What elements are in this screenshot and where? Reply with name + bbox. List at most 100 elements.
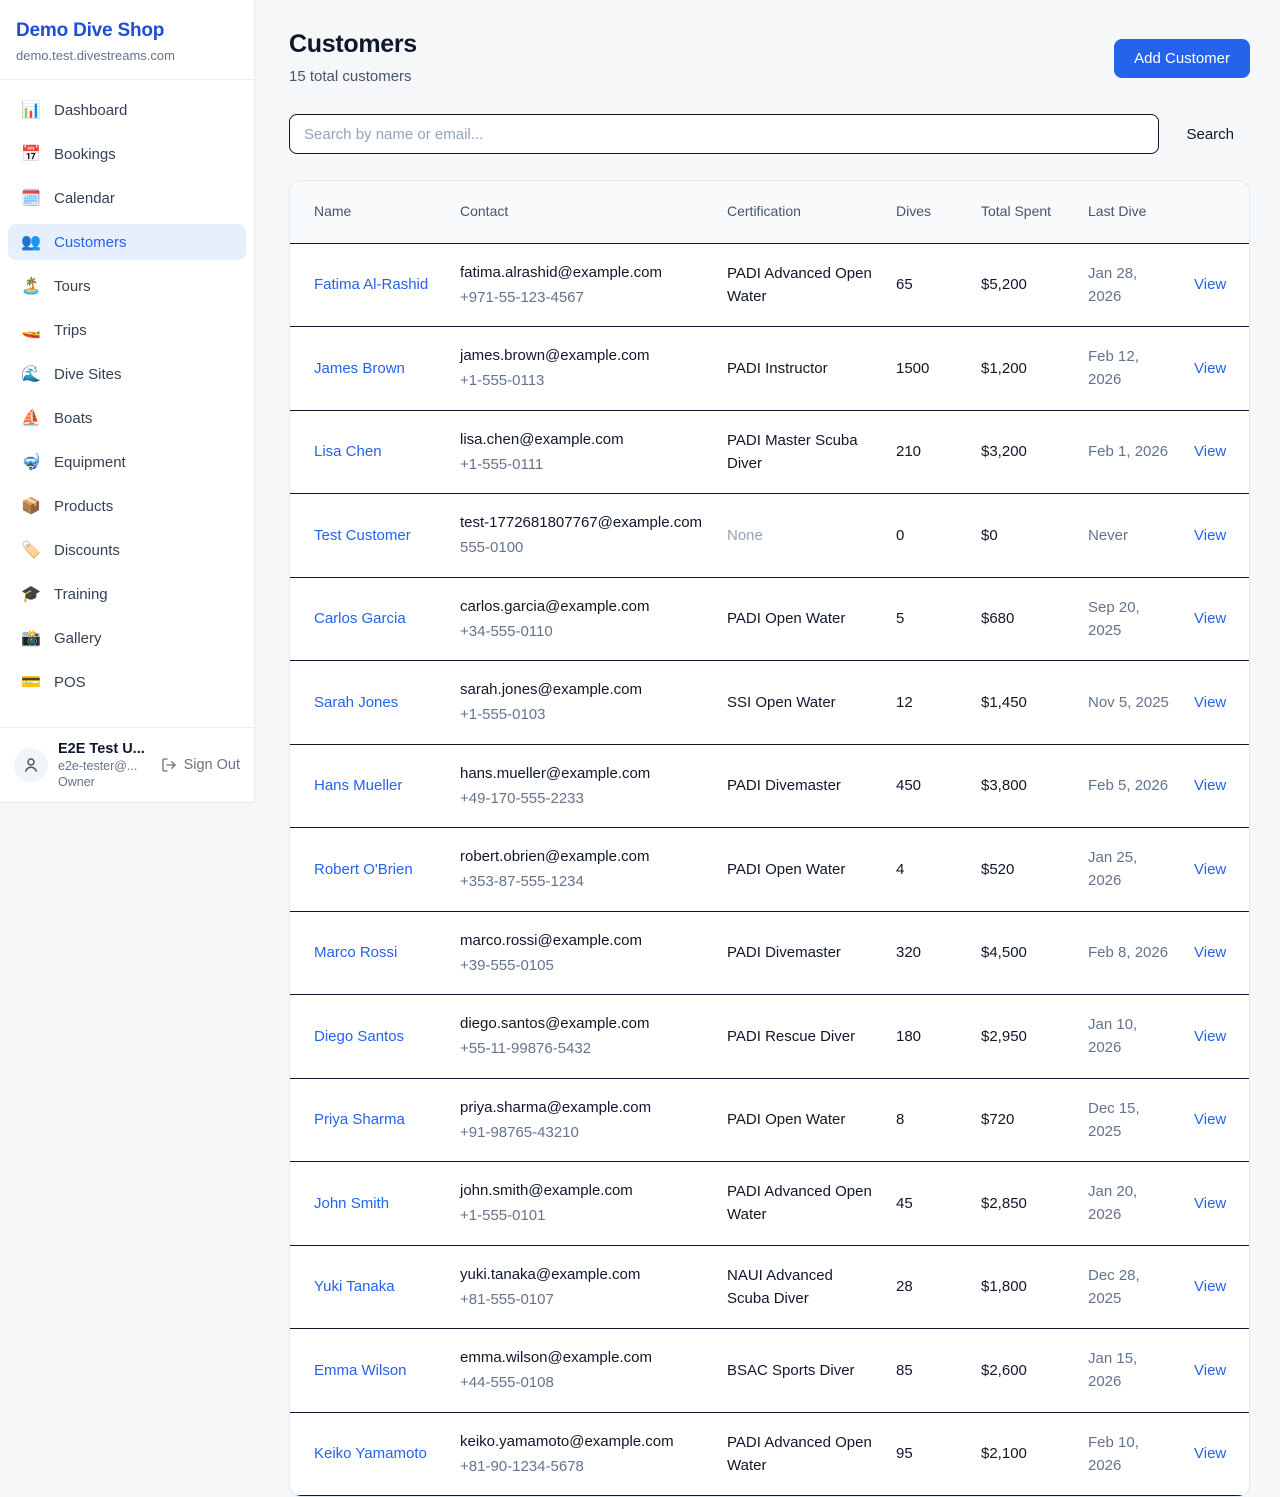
customer-name-link[interactable]: Carlos Garcia: [314, 610, 406, 627]
customer-certification: PADI Advanced Open Water: [727, 265, 872, 305]
person-icon: [22, 756, 40, 774]
customer-name-link[interactable]: Fatima Al-Rashid: [314, 276, 428, 293]
sidebar-item-training[interactable]: 🎓 Training: [8, 576, 246, 612]
customer-name-link[interactable]: Yuki Tanaka: [314, 1278, 395, 1295]
customer-name-link[interactable]: James Brown: [314, 360, 405, 377]
sidebar-item-discounts[interactable]: 🏷️ Discounts: [8, 532, 246, 568]
customer-name-link[interactable]: Lisa Chen: [314, 443, 382, 460]
sidebar-item-label: Calendar: [54, 190, 115, 207]
table-row: Test Customer test-1772681807767@example…: [290, 494, 1250, 578]
sidebar-item-products[interactable]: 📦 Products: [8, 488, 246, 524]
sidebar-item-label: Boats: [54, 410, 92, 427]
customer-name-link[interactable]: Keiko Yamamoto: [314, 1445, 427, 1462]
search-input[interactable]: [289, 114, 1159, 154]
shop-domain: demo.test.divestreams.com: [16, 48, 238, 63]
graduation-cap-icon: 🎓: [20, 584, 42, 604]
customer-email: keiko.yamamoto@example.com: [460, 1430, 703, 1453]
sidebar-item-gallery[interactable]: 📸 Gallery: [8, 620, 246, 656]
customer-phone: +81-90-1234-5678: [460, 1455, 703, 1478]
view-link[interactable]: View: [1194, 610, 1226, 627]
customer-total-spent: $2,950: [969, 995, 1076, 1079]
view-link[interactable]: View: [1194, 944, 1226, 961]
search-button[interactable]: Search: [1186, 126, 1234, 143]
sidebar-item-equipment[interactable]: 🤿 Equipment: [8, 444, 246, 480]
customer-name-link[interactable]: Priya Sharma: [314, 1111, 405, 1128]
customer-total-spent: $2,600: [969, 1329, 1076, 1413]
sidebar-item-bookings[interactable]: 📅 Bookings: [8, 136, 246, 172]
customers-table-card: Name Contact Certification Dives Total S…: [289, 180, 1250, 1497]
user-role: Owner: [58, 775, 151, 789]
sidebar-item-customers[interactable]: 👥 Customers: [8, 224, 246, 260]
customer-dives: 0: [884, 494, 969, 578]
customer-name-link[interactable]: Diego Santos: [314, 1028, 404, 1045]
view-link[interactable]: View: [1194, 1195, 1226, 1212]
tag-icon: 🏷️: [20, 540, 42, 560]
view-link[interactable]: View: [1194, 443, 1226, 460]
view-link[interactable]: View: [1194, 1362, 1226, 1379]
customer-name-link[interactable]: Robert O'Brien: [314, 861, 413, 878]
customer-last-dive: Feb 10, 2026: [1076, 1412, 1182, 1496]
view-link[interactable]: View: [1194, 777, 1226, 794]
table-row: Lisa Chen lisa.chen@example.com +1-555-0…: [290, 410, 1250, 494]
customer-certification: PADI Open Water: [727, 1111, 845, 1128]
customer-name-link[interactable]: Test Customer: [314, 527, 411, 544]
view-link[interactable]: View: [1194, 1445, 1226, 1462]
sidebar-item-tours[interactable]: 🏝️ Tours: [8, 268, 246, 304]
sidebar-item-trips[interactable]: 🚤 Trips: [8, 312, 246, 348]
sidebar-header: Demo Dive Shop demo.test.divestreams.com: [0, 0, 254, 80]
customer-email: robert.obrien@example.com: [460, 845, 703, 868]
customer-certification: SSI Open Water: [727, 694, 836, 711]
customer-name-link[interactable]: Emma Wilson: [314, 1362, 407, 1379]
customer-dives: 180: [884, 995, 969, 1079]
customer-name-link[interactable]: Hans Mueller: [314, 777, 402, 794]
table-header-row: Name Contact Certification Dives Total S…: [290, 181, 1250, 243]
view-link[interactable]: View: [1194, 694, 1226, 711]
customer-last-dive: Jan 28, 2026: [1076, 243, 1182, 327]
column-header-contact: Contact: [448, 181, 715, 243]
sidebar-item-boats[interactable]: ⛵ Boats: [8, 400, 246, 436]
customer-phone: +1-555-0103: [460, 703, 703, 726]
sidebar-item-pos[interactable]: 💳 POS: [8, 664, 246, 700]
customer-email: yuki.tanaka@example.com: [460, 1263, 703, 1286]
diving-mask-icon: 🤿: [20, 452, 42, 472]
column-header-certification: Certification: [715, 181, 884, 243]
sidebar-item-dashboard[interactable]: 📊 Dashboard: [8, 92, 246, 128]
view-link[interactable]: View: [1194, 1111, 1226, 1128]
sidebar-item-dive-sites[interactable]: 🌊 Dive Sites: [8, 356, 246, 392]
customer-total-spent: $520: [969, 828, 1076, 912]
view-link[interactable]: View: [1194, 276, 1226, 293]
customer-dives: 8: [884, 1078, 969, 1162]
add-customer-button[interactable]: Add Customer: [1114, 39, 1250, 78]
sidebar-item-label: POS: [54, 674, 86, 691]
people-icon: 👥: [20, 232, 42, 252]
customer-last-dive: Dec 28, 2025: [1076, 1245, 1182, 1329]
customer-email: fatima.alrashid@example.com: [460, 261, 703, 284]
customer-name-link[interactable]: John Smith: [314, 1195, 389, 1212]
view-link[interactable]: View: [1194, 1028, 1226, 1045]
sign-out-button[interactable]: Sign Out: [161, 757, 240, 773]
package-icon: 📦: [20, 496, 42, 516]
customer-last-dive: Feb 8, 2026: [1076, 911, 1182, 995]
table-row: Sarah Jones sarah.jones@example.com +1-5…: [290, 661, 1250, 745]
view-link[interactable]: View: [1194, 861, 1226, 878]
customer-name-link[interactable]: Sarah Jones: [314, 694, 398, 711]
view-link[interactable]: View: [1194, 360, 1226, 377]
customer-last-dive: Feb 5, 2026: [1076, 744, 1182, 828]
sidebar-item-label: Products: [54, 498, 113, 515]
spiral-calendar-icon: 🗓️: [20, 188, 42, 208]
customer-certification: PADI Divemaster: [727, 777, 841, 794]
user-info: E2E Test U... e2e-tester@... Owner: [58, 741, 151, 789]
customer-name-link[interactable]: Marco Rossi: [314, 944, 397, 961]
customer-total-spent: $2,100: [969, 1412, 1076, 1496]
sidebar-item-calendar[interactable]: 🗓️ Calendar: [8, 180, 246, 216]
sidebar-item-label: Tours: [54, 278, 91, 295]
customer-last-dive: Feb 1, 2026: [1076, 410, 1182, 494]
table-row: Diego Santos diego.santos@example.com +5…: [290, 995, 1250, 1079]
customer-email: hans.mueller@example.com: [460, 762, 703, 785]
customer-last-dive: Feb 12, 2026: [1076, 327, 1182, 411]
main-header: Customers 15 total customers Add Custome…: [289, 30, 1250, 85]
view-link[interactable]: View: [1194, 527, 1226, 544]
table-row: Priya Sharma priya.sharma@example.com +9…: [290, 1078, 1250, 1162]
view-link[interactable]: View: [1194, 1278, 1226, 1295]
sidebar-item-label: Trips: [54, 322, 87, 339]
